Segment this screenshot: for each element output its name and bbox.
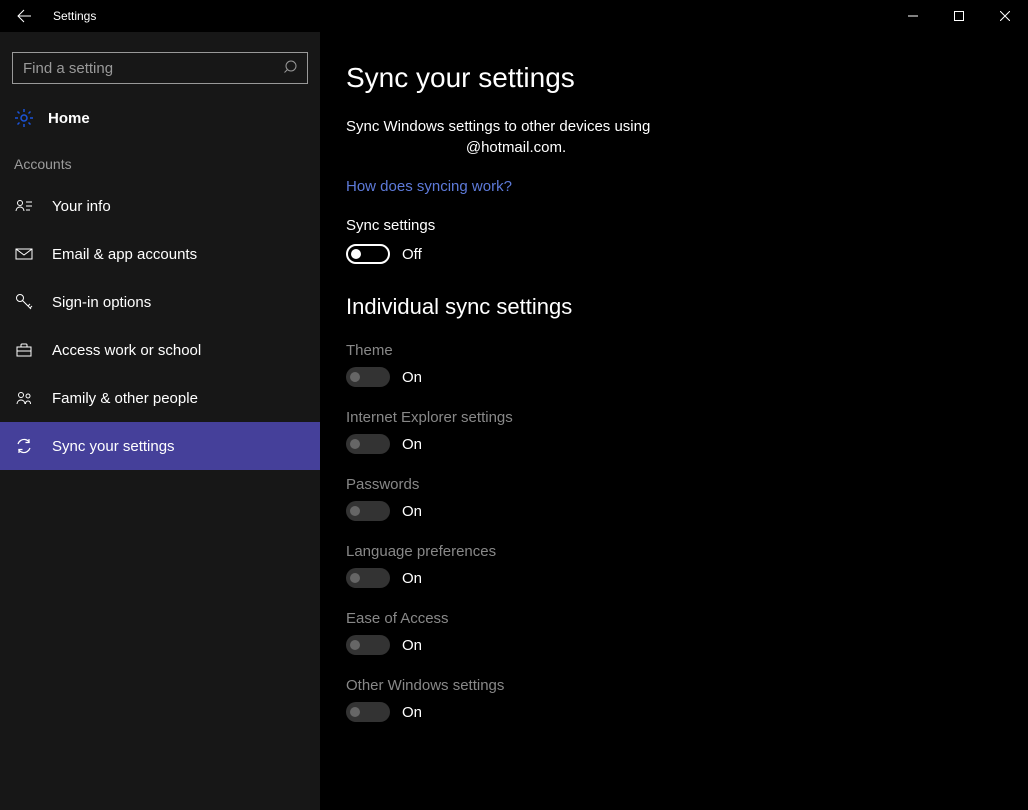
briefcase-icon	[14, 341, 34, 359]
sidebar-item-sync[interactable]: Sync your settings	[0, 422, 320, 470]
category-label: Accounts	[0, 148, 320, 182]
home-nav[interactable]: Home	[0, 98, 320, 138]
maximize-icon	[954, 11, 964, 21]
sidebar-item-label: Access work or school	[52, 342, 201, 359]
ie-toggle[interactable]	[346, 434, 390, 454]
back-button[interactable]	[0, 0, 48, 32]
minimize-icon	[908, 11, 918, 21]
passwords-state: On	[402, 503, 422, 520]
other-state: On	[402, 704, 422, 721]
passwords-toggle[interactable]	[346, 501, 390, 521]
account-email: @hotmail.com.	[346, 139, 686, 156]
section-title: Individual sync settings	[346, 294, 1028, 320]
page-description: Sync Windows settings to other devices u…	[346, 116, 686, 137]
sidebar-item-signin-options[interactable]: Sign-in options	[0, 278, 320, 326]
theme-state: On	[402, 369, 422, 386]
sidebar: Home Accounts Your info Email & app acco…	[0, 32, 320, 810]
ease-toggle[interactable]	[346, 635, 390, 655]
home-label: Home	[48, 110, 90, 127]
sync-master-toggle[interactable]	[346, 244, 390, 264]
sidebar-item-family[interactable]: Family & other people	[0, 374, 320, 422]
page-title: Sync your settings	[346, 62, 1028, 94]
content-pane: Sync your settings Sync Windows settings…	[320, 32, 1028, 810]
ease-state: On	[402, 637, 422, 654]
sidebar-item-label: Sync your settings	[52, 438, 175, 455]
sidebar-item-your-info[interactable]: Your info	[0, 182, 320, 230]
ie-label: Internet Explorer settings	[346, 409, 1028, 426]
people-icon	[14, 389, 34, 407]
theme-label: Theme	[346, 342, 1028, 359]
close-button[interactable]	[982, 0, 1028, 32]
sync-icon	[14, 437, 34, 455]
language-label: Language preferences	[346, 543, 1028, 560]
language-state: On	[402, 570, 422, 587]
user-card-icon	[14, 197, 34, 215]
theme-toggle[interactable]	[346, 367, 390, 387]
window-title: Settings	[48, 9, 96, 23]
sidebar-item-label: Sign-in options	[52, 294, 151, 311]
arrow-left-icon	[16, 8, 32, 24]
other-label: Other Windows settings	[346, 677, 1028, 694]
help-link[interactable]: How does syncing work?	[346, 178, 1028, 195]
ie-state: On	[402, 436, 422, 453]
search-icon	[284, 59, 300, 75]
sidebar-item-email-accounts[interactable]: Email & app accounts	[0, 230, 320, 278]
mail-icon	[14, 245, 34, 263]
ease-label: Ease of Access	[346, 610, 1028, 627]
key-icon	[14, 293, 34, 311]
sidebar-item-work-school[interactable]: Access work or school	[0, 326, 320, 374]
titlebar: Settings	[0, 0, 1028, 32]
close-icon	[1000, 11, 1010, 21]
sync-master-label: Sync settings	[346, 217, 1028, 234]
sync-master-state: Off	[402, 246, 422, 263]
sidebar-item-label: Email & app accounts	[52, 246, 197, 263]
sidebar-item-label: Family & other people	[52, 390, 198, 407]
language-toggle[interactable]	[346, 568, 390, 588]
maximize-button[interactable]	[936, 0, 982, 32]
minimize-button[interactable]	[890, 0, 936, 32]
gear-icon	[14, 108, 34, 128]
other-toggle[interactable]	[346, 702, 390, 722]
passwords-label: Passwords	[346, 476, 1028, 493]
search-input[interactable]	[12, 52, 308, 84]
sidebar-item-label: Your info	[52, 198, 111, 215]
